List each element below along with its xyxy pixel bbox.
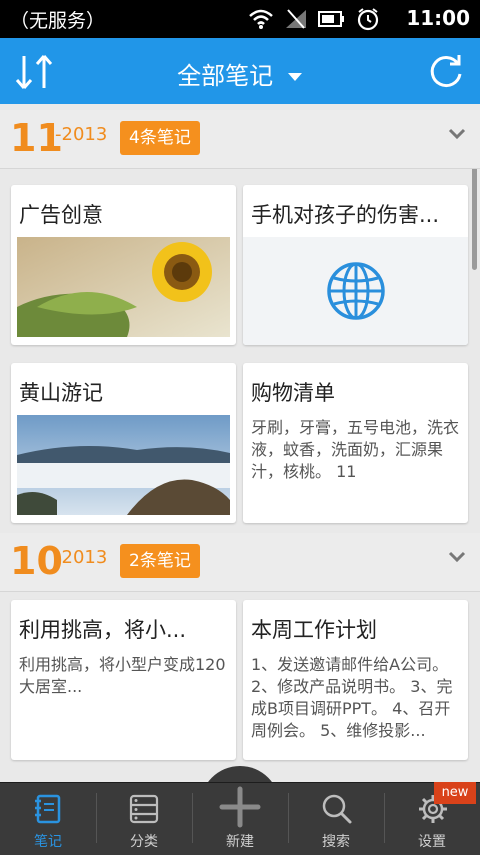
note-title: 黄山游记 [19, 381, 103, 405]
month-header-10[interactable]: 10 -2013 2条笔记 [0, 533, 480, 592]
new-badge: new [434, 782, 476, 804]
carrier-label: （无服务） [10, 10, 106, 32]
nav-search[interactable]: 搜索 [288, 783, 384, 855]
refresh-icon [430, 55, 462, 88]
note-card-weekly-plan[interactable]: 本周工作计划 1、发送邀请邮件给A公司。2、修改产品说明书。 3、完成B项目调研… [243, 600, 468, 760]
nav-notes[interactable]: 笔记 [0, 783, 96, 855]
note-title: 购物清单 [251, 381, 335, 405]
app-header: 全部笔记 [0, 38, 480, 104]
nav-category[interactable]: 分类 [96, 783, 192, 855]
nav-label: 笔记 [34, 834, 62, 850]
nav-label: 分类 [130, 834, 158, 850]
alarm-icon [357, 8, 379, 31]
page-title: 全部笔记 [177, 62, 274, 90]
month-year: -2013 [55, 547, 108, 568]
note-card-loft[interactable]: 利用挑高，将小... 利用挑高，将小型户变成120大居室... [11, 600, 236, 760]
sunflower-image [17, 237, 230, 337]
globe-icon [326, 262, 385, 320]
note-preview-text: 牙刷，牙膏，五号电池，洗衣液，蚊香，洗面奶，汇源果汁，核桃。 11 [251, 418, 460, 481]
search-icon [322, 794, 352, 824]
bottom-nav: 笔记 分类 新建 搜索 设置 [0, 782, 480, 855]
note-card-huangshan[interactable]: 黄山游记 [11, 363, 236, 523]
no-signal-icon [286, 9, 306, 29]
wifi-icon [249, 9, 273, 29]
status-bar: （无服务） 11:00 [0, 0, 480, 38]
nav-label: 新建 [226, 834, 254, 850]
note-title: 利用挑高，将小... [19, 618, 187, 642]
note-preview-text: 1、发送邀请邮件给A公司。2、修改产品说明书。 3、完成B项目调研PPT。 4、… [251, 655, 453, 740]
note-title: 手机对孩子的伤害... [251, 203, 440, 227]
note-count-badge: 4条笔记 [120, 121, 200, 155]
notebook-dropdown[interactable]: 全部笔记 [0, 56, 480, 91]
note-title: 本周工作计划 [251, 618, 377, 642]
month-year: -2013 [55, 124, 108, 145]
note-card-phone-harm[interactable]: 手机对孩子的伤害... [243, 185, 468, 345]
nav-label: 搜索 [322, 834, 350, 850]
category-icon [129, 794, 159, 824]
plus-icon [219, 786, 261, 828]
note-title: 广告创意 [19, 203, 103, 227]
battery-icon [318, 11, 344, 27]
nav-label: 设置 [418, 834, 446, 850]
note-preview-text: 利用挑高，将小型户变成120大居室... [19, 655, 226, 696]
link-preview [243, 237, 468, 345]
note-count-badge: 2条笔记 [120, 544, 200, 578]
note-card-shopping-list[interactable]: 购物清单 牙刷，牙膏，五号电池，洗衣液，蚊香，洗面奶，汇源果汁，核桃。 11 [243, 363, 468, 523]
note-card-ad-idea[interactable]: 广告创意 [11, 185, 236, 345]
caret-down-icon [287, 73, 302, 81]
status-icons [248, 7, 380, 31]
note-icon [35, 794, 61, 824]
chevron-down-icon[interactable] [446, 545, 468, 567]
month-header-11[interactable]: 11 -2013 4条笔记 [0, 110, 480, 169]
chevron-down-icon[interactable] [446, 122, 468, 144]
clock: 11:00 [406, 6, 470, 30]
sea-of-clouds-image [17, 415, 230, 515]
refresh-button[interactable] [426, 52, 466, 96]
nav-new[interactable]: 新建 [192, 783, 288, 855]
